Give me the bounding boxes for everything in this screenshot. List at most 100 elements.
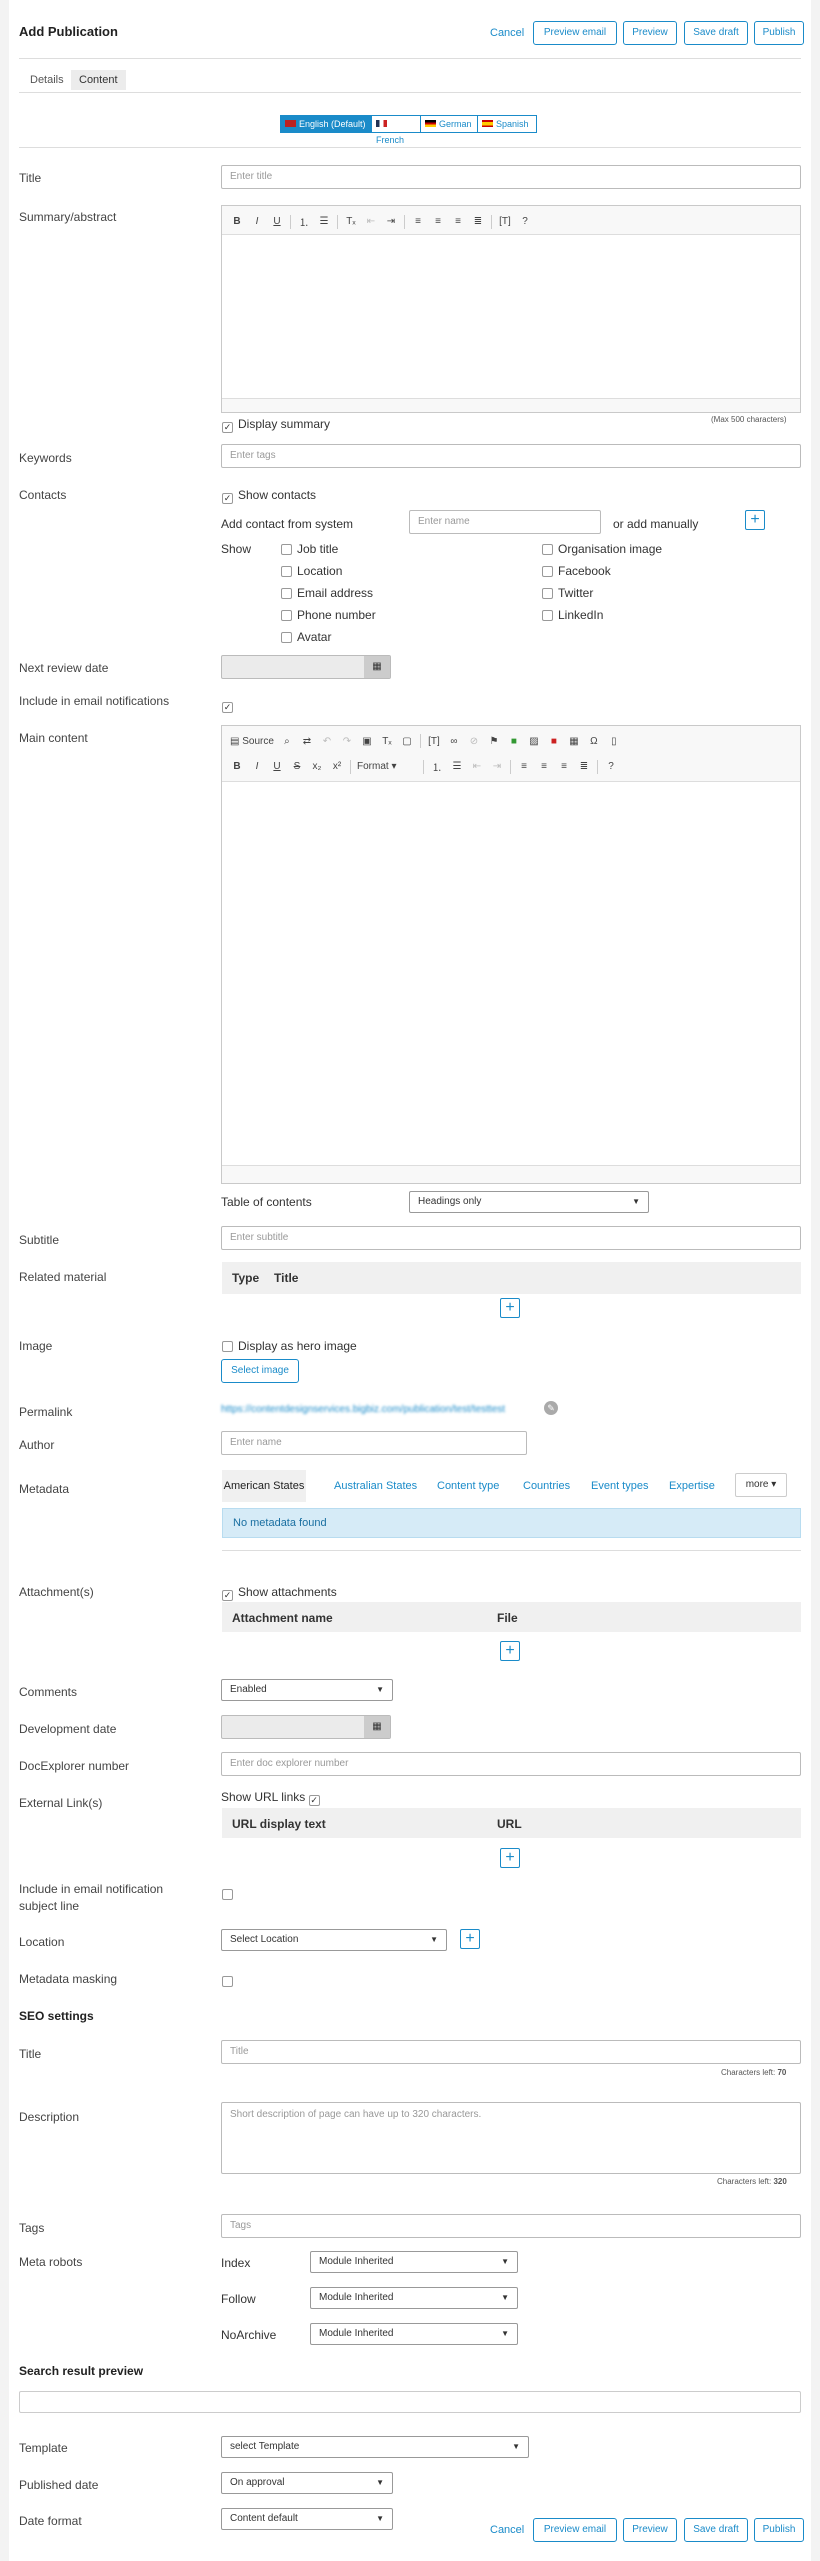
outdent-icon[interactable]: ⇤ [470, 761, 484, 772]
add-related-button[interactable]: + [500, 1298, 520, 1318]
clear-format-icon[interactable]: Tₓ [380, 736, 394, 747]
help-icon[interactable]: ? [518, 216, 532, 227]
publish-button[interactable]: Publish [754, 21, 804, 45]
metadata-tab-countries[interactable]: Countries [523, 1480, 570, 1492]
show-attachments-checkbox[interactable]: ✓ Show attachments [222, 1585, 337, 1601]
published-date-select[interactable]: On approval ▼ [221, 2472, 393, 2494]
summary-editor[interactable]: B I U ⒈ ☰ Tₓ ⇤ ⇥ ≡ ≡ ≡ ≣ [T] ? [221, 205, 801, 413]
underline-icon[interactable]: U [270, 216, 284, 227]
comments-select[interactable]: Enabled ▼ [221, 1679, 393, 1701]
add-contact-manually-button[interactable]: + [745, 510, 765, 530]
display-summary-checkbox[interactable]: ✓ Display summary [222, 417, 330, 433]
seo-tags-input[interactable]: Tags [221, 2214, 801, 2238]
align-left-icon[interactable]: ≡ [411, 216, 425, 227]
organisation-image-checkbox[interactable]: Organisation image [542, 542, 662, 556]
show-contacts-checkbox[interactable]: ✓ Show contacts [222, 488, 316, 504]
iframe-icon[interactable]: ▯ [607, 736, 621, 747]
title-input[interactable]: Enter title [221, 165, 801, 189]
copy-format-icon[interactable]: ▢ [400, 736, 414, 747]
calendar-icon[interactable]: ▦ [364, 656, 390, 678]
underline-icon[interactable]: U [270, 761, 284, 772]
justify-icon[interactable]: ≣ [471, 216, 485, 227]
date-format-select[interactable]: Content default ▼ [221, 2508, 393, 2530]
save-draft-button[interactable]: Save draft [684, 21, 748, 45]
preview-email-button[interactable]: Preview email [533, 21, 617, 45]
undo-icon[interactable]: ↶ [320, 736, 334, 747]
replace-icon[interactable]: ⇄ [300, 736, 314, 747]
hero-image-checkbox[interactable]: Display as hero image [222, 1339, 357, 1353]
add-attachment-button[interactable]: + [500, 1641, 520, 1661]
keywords-input[interactable]: Enter tags [221, 444, 801, 468]
twitter-checkbox[interactable]: Twitter [542, 586, 593, 600]
lang-english[interactable]: English (Default) [280, 115, 372, 133]
bulleted-list-icon[interactable]: ☰ [450, 761, 464, 772]
cancel-link[interactable]: Cancel [490, 27, 524, 39]
metadata-tab-australian-states[interactable]: Australian States [334, 1480, 417, 1492]
subtitle-input[interactable]: Enter subtitle [221, 1226, 801, 1250]
preview-button[interactable]: Preview [623, 21, 677, 45]
format-dropdown[interactable]: Format ▾ [357, 761, 417, 772]
bulleted-list-icon[interactable]: ☰ [317, 216, 331, 227]
unlink-icon[interactable]: ⊘ [467, 736, 481, 747]
bold-icon[interactable]: B [230, 216, 244, 227]
job-title-checkbox[interactable]: Job title [281, 542, 338, 556]
metadata-tab-event-types[interactable]: Event types [591, 1480, 648, 1492]
next-review-date-input[interactable]: ▦ [221, 655, 391, 679]
metadata-masking-checkbox[interactable] [222, 1974, 238, 1988]
numbered-list-icon[interactable]: ⒈ [297, 214, 311, 229]
media-icon[interactable]: ■ [507, 736, 521, 747]
italic-icon[interactable]: I [250, 216, 264, 227]
main-content-editor[interactable]: ▤ Source ⌕ ⇄ ↶ ↷ ▣ Tₓ ▢ [T] ∞ ⊘ ⚑ ■ ▨ ■ … [221, 725, 801, 1184]
help-icon[interactable]: ? [604, 761, 618, 772]
anchor-icon[interactable]: ⚑ [487, 736, 501, 747]
template-select[interactable]: select Template ▼ [221, 2436, 529, 2458]
flash-icon[interactable]: ■ [547, 736, 561, 747]
superscript-icon[interactable]: x² [330, 761, 344, 772]
seo-description-textarea[interactable]: Short description of page can have up to… [221, 2102, 801, 2174]
text-field-icon[interactable]: [T] [427, 736, 441, 747]
select-image-button[interactable]: Select image [221, 1359, 299, 1383]
seo-title-input[interactable]: Title [221, 2040, 801, 2064]
special-char-icon[interactable]: Ω [587, 736, 601, 747]
facebook-checkbox[interactable]: Facebook [542, 564, 611, 578]
toc-select[interactable]: Headings only ▼ [409, 1191, 649, 1213]
footer-publish-button[interactable]: Publish [754, 2518, 804, 2542]
indent-icon[interactable]: ⇥ [490, 761, 504, 772]
main-content-text-area[interactable] [222, 781, 800, 1166]
location-checkbox[interactable]: Location [281, 564, 342, 578]
table-icon[interactable]: ▦ [567, 736, 581, 747]
italic-icon[interactable]: I [250, 761, 264, 772]
find-icon[interactable]: ⌕ [280, 736, 294, 747]
lang-french[interactable]: French [371, 115, 421, 145]
lang-spanish[interactable]: Spanish [477, 115, 537, 133]
lang-german[interactable]: German [420, 115, 478, 133]
robots-noarchive-select[interactable]: Module Inherited ▼ [310, 2323, 518, 2345]
clear-format-icon[interactable]: Tₓ [344, 216, 358, 227]
robots-index-select[interactable]: Module Inherited ▼ [310, 2251, 518, 2273]
summary-text-area[interactable] [222, 234, 800, 399]
image-icon[interactable]: ▨ [527, 736, 541, 747]
linkedin-checkbox[interactable]: LinkedIn [542, 608, 603, 622]
email-address-checkbox[interactable]: Email address [281, 586, 373, 600]
link-icon[interactable]: ∞ [447, 736, 461, 747]
redo-icon[interactable]: ↷ [340, 736, 354, 747]
align-right-icon[interactable]: ≡ [557, 761, 571, 772]
permalink-value[interactable]: https://contentdesignservices.bigbiz.com… [221, 1404, 505, 1415]
subscript-icon[interactable]: x₂ [310, 761, 324, 772]
align-center-icon[interactable]: ≡ [431, 216, 445, 227]
text-field-icon[interactable]: [T] [498, 216, 512, 227]
phone-number-checkbox[interactable]: Phone number [281, 608, 376, 622]
edit-pencil-icon[interactable]: ✎ [544, 1401, 558, 1415]
metadata-tab-expertise[interactable]: Expertise [669, 1480, 715, 1492]
source-icon[interactable]: ▤ Source [230, 736, 274, 747]
show-url-links-checkbox[interactable]: Show URL links ✓ [221, 1790, 325, 1806]
footer-preview-email-button[interactable]: Preview email [533, 2518, 617, 2542]
email-subject-checkbox[interactable] [222, 1887, 238, 1901]
metadata-tab-content-type[interactable]: Content type [437, 1480, 499, 1492]
development-date-input[interactable]: ▦ [221, 1715, 391, 1739]
strikethrough-icon[interactable]: S [290, 761, 304, 772]
docexplorer-input[interactable]: Enter doc explorer number [221, 1752, 801, 1776]
tab-content[interactable]: Content [71, 70, 126, 90]
location-select[interactable]: Select Location ▼ [221, 1929, 447, 1951]
add-external-link-button[interactable]: + [500, 1848, 520, 1868]
